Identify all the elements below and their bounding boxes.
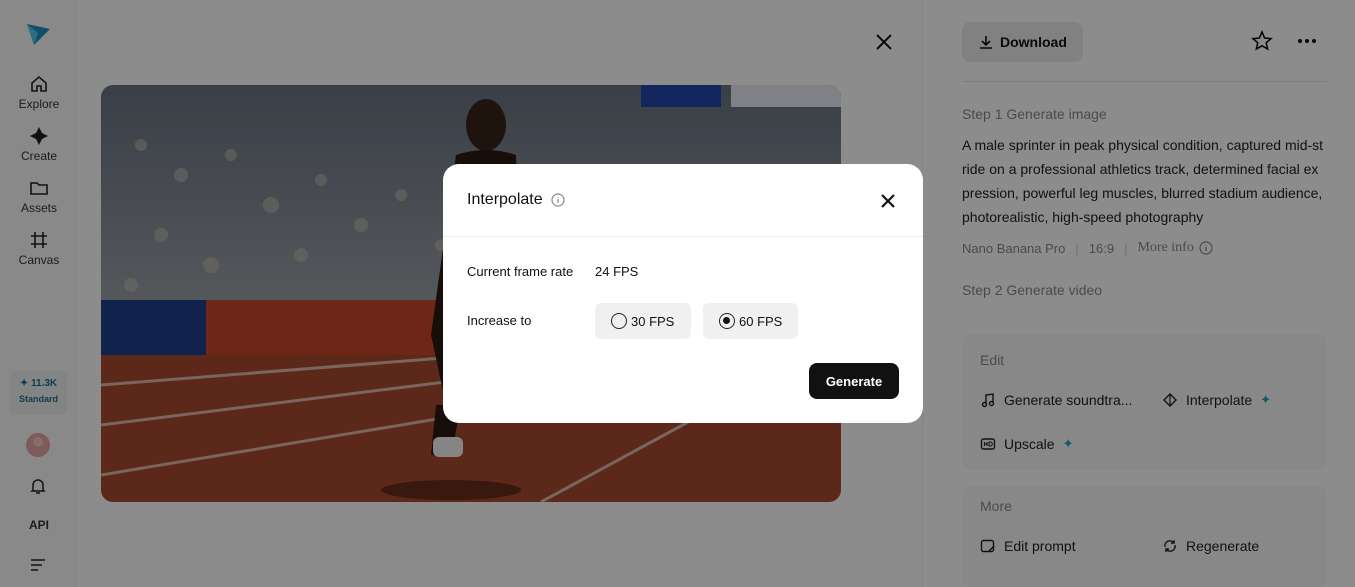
radio-60fps[interactable] [719, 313, 735, 329]
current-rate-value: 24 FPS [595, 264, 639, 279]
close-icon[interactable] [877, 190, 899, 212]
interpolate-dialog: Interpolate Current frame rate 24 FPS In… [443, 164, 923, 423]
increase-label: Increase to [467, 313, 532, 328]
generate-button[interactable]: Generate [809, 363, 899, 399]
dialog-title-text: Interpolate [467, 191, 543, 208]
fps-option-label: 30 FPS [631, 313, 675, 329]
fps-option-60[interactable]: 60 FPS [703, 303, 798, 339]
radio-30fps[interactable] [611, 313, 627, 329]
current-rate-label: Current frame rate [467, 264, 574, 279]
dialog-title: Interpolate [467, 191, 565, 209]
fps-option-label: 60 FPS [739, 313, 783, 329]
fps-option-30[interactable]: 30 FPS [595, 303, 691, 339]
dialog-divider [443, 236, 923, 237]
info-icon[interactable] [551, 193, 565, 207]
